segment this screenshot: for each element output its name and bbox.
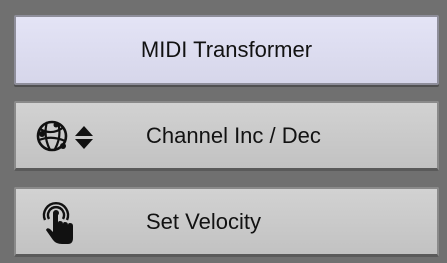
touch-icon: [38, 198, 78, 246]
globe-updown-icon: [34, 116, 114, 156]
midi-transformer-label: MIDI Transformer: [140, 37, 313, 62]
midi-transformer-button[interactable]: MIDI Transformer: [14, 15, 439, 85]
set-velocity-button[interactable]: Set Velocity: [14, 187, 439, 257]
set-velocity-label: Set Velocity: [146, 208, 261, 234]
channel-inc-dec-label: Channel Inc / Dec: [146, 122, 321, 148]
transformer-panel: MIDI Transformer Channel Inc / Dec Set V…: [0, 0, 447, 263]
channel-inc-dec-button[interactable]: Channel Inc / Dec: [14, 101, 439, 171]
